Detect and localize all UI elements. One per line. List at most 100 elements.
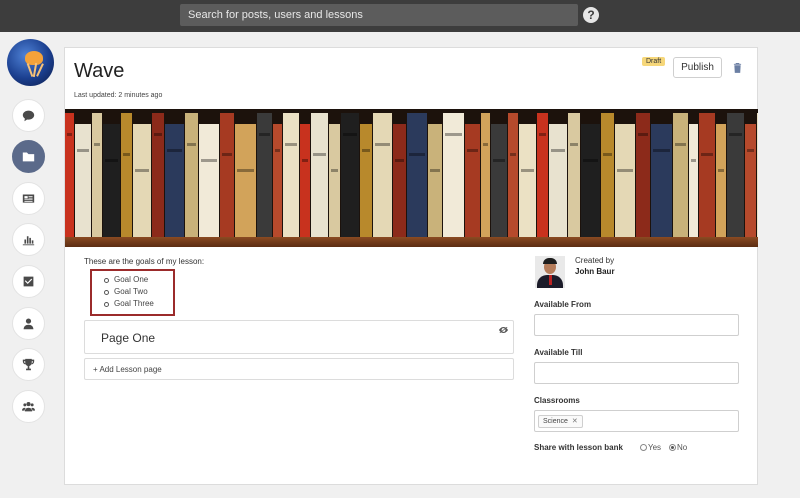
book-spine-band	[302, 159, 308, 162]
book-spine-band	[493, 159, 505, 162]
available-from-field[interactable]	[534, 314, 739, 336]
trash-icon[interactable]	[733, 62, 742, 73]
created-by-label: Created by	[575, 256, 615, 265]
book-spine-band	[375, 143, 390, 146]
book-spine-band	[701, 153, 713, 156]
book-spine	[329, 124, 340, 237]
goal-item: Goal Three	[104, 299, 154, 308]
book-spine	[727, 113, 744, 237]
book-spine	[360, 124, 372, 237]
classrooms-label: Classrooms	[534, 396, 580, 405]
author-name[interactable]: John Baur	[575, 267, 615, 276]
classroom-tag-label: Science	[543, 418, 568, 425]
book-spine-band	[539, 133, 546, 136]
book-spine-band	[123, 153, 130, 156]
checkbox-icon	[23, 276, 34, 287]
book-spine-band	[105, 159, 118, 162]
book-spine-band	[135, 169, 149, 172]
book-spine	[407, 113, 427, 237]
book-spine-band	[445, 133, 462, 136]
book-spine-band	[395, 159, 404, 162]
book-spine	[133, 124, 151, 237]
book-spine-band	[691, 159, 696, 162]
eye-slash-icon[interactable]	[499, 327, 508, 333]
book-spine	[199, 124, 219, 237]
top-bar: Search for posts, users and lessons ?	[0, 0, 800, 32]
book-spine	[185, 113, 198, 237]
book-spine	[393, 124, 406, 237]
newspaper-icon	[22, 194, 35, 203]
remove-tag-icon[interactable]: ✕	[572, 418, 578, 425]
user-icon	[23, 318, 34, 330]
book-spine-band	[67, 133, 72, 136]
last-updated: Last updated: 2 minutes ago	[74, 92, 163, 99]
sidebar-item-groups[interactable]	[12, 390, 45, 423]
lesson-title[interactable]: Wave	[74, 60, 124, 83]
book-spine	[257, 113, 272, 237]
available-till-field[interactable]	[534, 362, 739, 384]
sidebar-item-news[interactable]	[12, 182, 45, 215]
goals-highlight-box: Goal One Goal Two Goal Three	[90, 269, 175, 316]
share-no-label: No	[677, 443, 688, 452]
app-logo[interactable]	[7, 39, 54, 86]
sidebar-item-comments[interactable]	[12, 99, 45, 132]
book-spine-band	[187, 143, 196, 146]
book-spine	[689, 124, 698, 237]
available-till-label: Available Till	[534, 348, 583, 357]
book-spine-band	[331, 169, 338, 172]
book-spine	[428, 124, 442, 237]
book-spine-band	[285, 143, 297, 146]
shelf	[65, 237, 758, 247]
book-spine	[235, 124, 256, 237]
book-spine	[65, 113, 74, 237]
classrooms-field[interactable]: Science ✕	[534, 410, 739, 432]
book-spine-band	[603, 153, 612, 156]
book-spine	[373, 113, 392, 237]
search-input[interactable]: Search for posts, users and lessons	[180, 4, 578, 26]
book-spine	[165, 124, 184, 237]
book-spine	[673, 113, 688, 237]
book-spine-band	[583, 159, 598, 162]
book-spine-band	[430, 169, 440, 172]
book-spine-band	[275, 149, 280, 152]
book-spine	[568, 113, 580, 237]
book-spine-band	[551, 149, 565, 152]
book-spine-band	[343, 133, 357, 136]
sidebar-item-lessons[interactable]	[12, 140, 45, 173]
share-yes-option[interactable]: Yes	[640, 443, 661, 452]
book-spine	[699, 113, 715, 237]
book-spine-band	[259, 133, 270, 136]
book-spine-band	[237, 169, 254, 172]
book-spine-band	[521, 169, 534, 172]
status-badge: Draft	[642, 57, 666, 66]
sidebar-item-reports[interactable]	[12, 223, 45, 256]
book-spine	[716, 124, 726, 237]
book-spine	[465, 124, 480, 237]
help-icon[interactable]: ?	[583, 7, 599, 23]
lesson-page-item[interactable]: Page One	[84, 320, 514, 354]
available-from-label: Available From	[534, 300, 592, 309]
goal-item: Goal Two	[104, 287, 148, 296]
book-spine	[519, 124, 536, 237]
share-label: Share with lesson bank	[534, 443, 623, 452]
book-spine-band	[747, 149, 754, 152]
share-no-option[interactable]: No	[669, 443, 687, 452]
book-spine	[283, 113, 299, 237]
add-lesson-page-button[interactable]: + Add Lesson page	[84, 358, 514, 380]
book-spine-band	[77, 149, 89, 152]
sidebar-item-achievements[interactable]	[12, 348, 45, 381]
sidebar-item-profile[interactable]	[12, 307, 45, 340]
sidebar-item-tasks[interactable]	[12, 265, 45, 298]
book-spine	[757, 113, 758, 237]
book-spine	[273, 124, 282, 237]
lesson-banner-image	[65, 109, 758, 247]
book-spine-band	[729, 133, 742, 136]
book-spine-band	[675, 143, 686, 146]
book-spine-band	[201, 159, 217, 162]
book-spine	[443, 113, 464, 237]
publish-button[interactable]: Publish	[673, 57, 722, 78]
book-spine	[636, 113, 650, 237]
radio-yes[interactable]	[640, 444, 647, 451]
radio-no[interactable]	[669, 444, 676, 451]
book-spine-band	[570, 143, 578, 146]
